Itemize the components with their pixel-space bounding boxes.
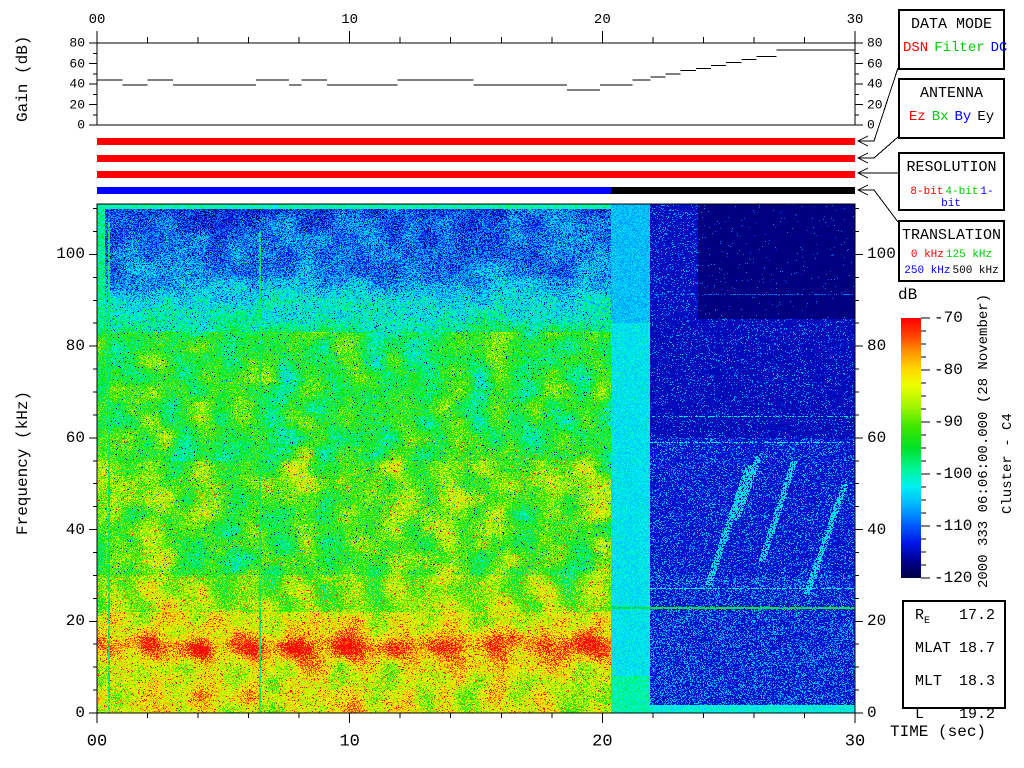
gain-ytick-label-left: 80 bbox=[69, 36, 85, 51]
data-mode-item-filter: Filter bbox=[934, 40, 984, 56]
colorbar-tick-label: -120 bbox=[934, 569, 972, 587]
plot-frame bbox=[97, 43, 855, 125]
translation-item-0khz: 0 kHz bbox=[911, 249, 944, 261]
param-label-l: L bbox=[915, 702, 924, 734]
gain-ytick-label-right: 40 bbox=[867, 77, 883, 92]
bottom-axis-tick-label: 20 bbox=[592, 733, 612, 752]
top-axis-tick-label: 20 bbox=[594, 12, 611, 28]
gain-trace bbox=[97, 50, 855, 90]
data-mode-box: DATA MODE DSN Filter DC bbox=[898, 9, 1005, 70]
top-axis-tick-label: 30 bbox=[847, 12, 864, 28]
freq-ytick-label-right: 60 bbox=[867, 429, 886, 447]
param-row-mlt: MLT 18.3 bbox=[904, 669, 1004, 701]
colorbar-tick-label: -110 bbox=[934, 517, 972, 535]
spectrogram-canvas bbox=[97, 204, 855, 713]
connector-arrowhead bbox=[858, 153, 868, 163]
translation-item-250khz: 250 kHz bbox=[904, 265, 950, 277]
param-label-mlt: MLT bbox=[915, 669, 942, 701]
freq-ytick-label-left: 100 bbox=[56, 245, 85, 263]
bar-box-connector bbox=[858, 137, 898, 158]
gain-ytick-label-left: 0 bbox=[77, 118, 85, 133]
freq-ytick-label-right: 100 bbox=[867, 245, 896, 263]
param-row-re: RE 17.2 bbox=[904, 603, 1004, 635]
resolution-item-4bit: 4-bit bbox=[945, 186, 978, 198]
translation-item-125khz: 125 kHz bbox=[946, 249, 992, 261]
gain-ytick-label-right: 0 bbox=[867, 118, 875, 133]
antenna-item-ez: Ez bbox=[909, 109, 926, 125]
resolution-box: RESOLUTION 8-bit4-bit1-bit bbox=[898, 152, 1005, 211]
gain-ytick-label-left: 60 bbox=[69, 56, 85, 71]
data-mode-bar bbox=[97, 138, 855, 145]
bar-box-connector bbox=[858, 190, 898, 222]
param-label-re: RE bbox=[915, 603, 930, 635]
orbit-params-box: RE 17.2 MLAT 18.7 MLT 18.3 L 19.2 bbox=[902, 600, 1006, 709]
gain-ytick-label-left: 40 bbox=[69, 77, 85, 92]
freq-ytick-label-left: 40 bbox=[66, 521, 85, 539]
spacecraft-annotation: Cluster - C4 bbox=[1000, 413, 1016, 514]
connector-arrowhead bbox=[858, 136, 868, 146]
param-value-l: 19.2 bbox=[959, 702, 995, 734]
antenna-title: ANTENNA bbox=[900, 85, 1003, 102]
colorbar-tick-label: -70 bbox=[934, 309, 963, 327]
translation-item-500khz: 500 kHz bbox=[953, 265, 999, 277]
resolution-bar bbox=[97, 171, 855, 178]
param-label-mlat: MLAT bbox=[915, 636, 951, 668]
freq-ytick-label-right: 0 bbox=[867, 704, 877, 722]
connector-arrowhead bbox=[858, 185, 868, 195]
colorbar-tick-label: -90 bbox=[934, 413, 963, 431]
gain-ytick-label-left: 20 bbox=[69, 97, 85, 112]
antenna-box: ANTENNA Ez Bx By Ey bbox=[898, 78, 1005, 139]
gain-ytick-label-right: 80 bbox=[867, 36, 883, 51]
antenna-item-bx: Bx bbox=[932, 109, 949, 125]
param-row-l: L 19.2 bbox=[904, 702, 1004, 734]
freq-ytick-label-right: 80 bbox=[867, 337, 886, 355]
data-mode-item-dsn: DSN bbox=[903, 40, 928, 56]
antenna-item-ey: Ey bbox=[977, 109, 994, 125]
freq-ytick-label-left: 60 bbox=[66, 429, 85, 447]
freq-ytick-label-right: 40 bbox=[867, 521, 886, 539]
wbd-spectrogram-page: 0010203000202040406060808000202040406060… bbox=[0, 0, 1024, 768]
antenna-bar bbox=[97, 155, 855, 162]
param-value-mlat: 18.7 bbox=[959, 636, 995, 668]
gain-axis-label: Gain (dB) bbox=[14, 36, 32, 122]
translation-box: TRANSLATION 0 kHz125 kHz 250 kHz500 kHz bbox=[898, 220, 1005, 282]
gain-ytick-label-right: 60 bbox=[867, 56, 883, 71]
colorbar-unit-label: dB bbox=[898, 286, 917, 304]
param-row-mlat: MLAT 18.7 bbox=[904, 636, 1004, 668]
freq-ytick-label-left: 20 bbox=[66, 612, 85, 630]
freq-ytick-label-left: 0 bbox=[75, 704, 85, 722]
antenna-item-by: By bbox=[955, 109, 972, 125]
colorbar-tick-label: -100 bbox=[934, 465, 972, 483]
bottom-axis-tick-label: 10 bbox=[339, 733, 359, 752]
param-value-re: 17.2 bbox=[959, 603, 995, 635]
top-axis-tick-label: 10 bbox=[341, 12, 358, 28]
bottom-axis-tick-label: 30 bbox=[845, 733, 865, 752]
data-mode-item-dc: DC bbox=[991, 40, 1008, 56]
freq-ytick-label-right: 20 bbox=[867, 612, 886, 630]
resolution-item-8bit: 8-bit bbox=[910, 186, 943, 198]
connector-arrowhead bbox=[858, 168, 868, 178]
resolution-title: RESOLUTION bbox=[900, 159, 1003, 176]
translation-bar bbox=[611, 187, 855, 194]
datetime-annotation: 2000 333 06:06:00.000 (28 November) bbox=[976, 294, 992, 588]
colorbar bbox=[901, 318, 921, 578]
bottom-axis-tick-label: 00 bbox=[87, 733, 107, 752]
top-axis-tick-label: 00 bbox=[89, 12, 106, 28]
data-mode-title: DATA MODE bbox=[900, 16, 1003, 33]
colorbar-tick-label: -80 bbox=[934, 361, 963, 379]
gain-ytick-label-right: 20 bbox=[867, 97, 883, 112]
translation-bar bbox=[97, 187, 611, 194]
frequency-axis-label: Frequency (kHz) bbox=[14, 391, 32, 535]
param-value-mlt: 18.3 bbox=[959, 669, 995, 701]
translation-title: TRANSLATION bbox=[900, 227, 1003, 244]
freq-ytick-label-left: 80 bbox=[66, 337, 85, 355]
